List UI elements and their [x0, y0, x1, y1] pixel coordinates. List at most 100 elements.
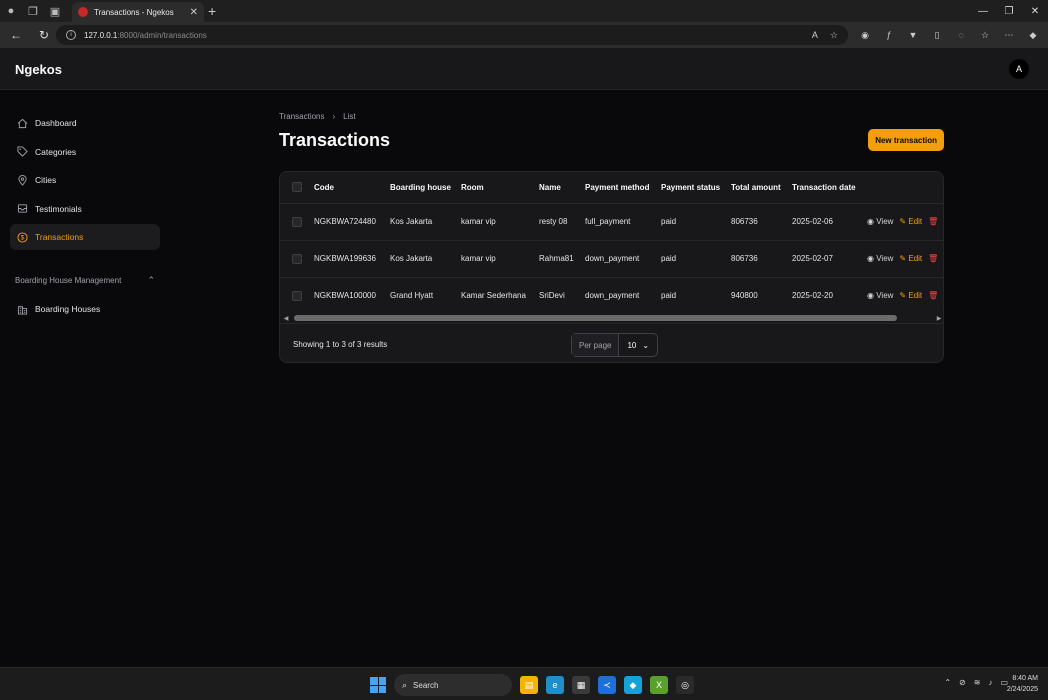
cell-name: Rahma81 — [539, 239, 585, 277]
tab-actions-icon[interactable]: ▣ — [44, 0, 66, 22]
horizontal-scrollbar[interactable]: ◀ ▶ — [280, 313, 943, 323]
copilot-icon[interactable]: ◆ — [1026, 25, 1040, 45]
row-checkbox[interactable] — [292, 253, 302, 264]
trash-icon[interactable]: 🗑 — [928, 254, 938, 263]
profile-icon[interactable]: ● — [0, 0, 22, 22]
sidebar-item-testimonials[interactable]: Testimonials — [10, 196, 160, 222]
sidebar-item-cities[interactable]: Cities — [10, 167, 160, 193]
address-bar[interactable]: i 127.0.0.1 :8000/admin/transactions A ☆ — [56, 25, 848, 45]
refresh-icon[interactable]: ↻ — [32, 23, 56, 47]
breadcrumb-root[interactable]: Transactions — [279, 112, 325, 121]
table-row[interactable]: NGKBWA724480 Kos Jakarta kamar vip resty… — [280, 202, 943, 240]
extension-3-icon[interactable]: ▼ — [906, 25, 920, 45]
close-window-icon[interactable]: ✕ — [1022, 0, 1048, 22]
view-action[interactable]: ◉ View — [867, 291, 893, 300]
avatar[interactable]: A — [1009, 59, 1029, 79]
trash-icon[interactable]: 🗑 — [928, 291, 938, 300]
start-icon[interactable] — [370, 677, 386, 693]
network-off-icon[interactable]: ⊘ — [959, 678, 966, 687]
extension-4-icon[interactable]: ▯ — [930, 25, 944, 45]
minimize-icon[interactable]: — — [970, 0, 996, 22]
edit-action[interactable]: ✎ Edit — [899, 254, 922, 263]
back-icon[interactable]: ← — [4, 23, 28, 47]
brand-logo[interactable]: Ngekos — [15, 62, 62, 77]
sidebar-item-transactions[interactable]: $ Transactions — [10, 224, 160, 250]
table-footer: Showing 1 to 3 of 3 results Per page 10 … — [280, 323, 943, 362]
tray-chevron-icon[interactable]: ⌃ — [944, 678, 951, 687]
sidebar-item-dashboard[interactable]: Dashboard — [10, 110, 160, 136]
column-header-room[interactable]: Room — [461, 172, 539, 203]
pencil-icon: ✎ — [899, 291, 907, 301]
per-page-select[interactable]: Per page 10 ⌄ — [571, 333, 659, 357]
extension-5-icon[interactable]: ◌ — [954, 25, 968, 45]
sidebar-item-boarding-houses[interactable]: Boarding Houses — [10, 296, 160, 322]
column-header-boarding-house[interactable]: Boarding house — [390, 172, 461, 203]
favorites-icon[interactable]: ☆ — [978, 25, 992, 45]
row-checkbox[interactable] — [292, 290, 302, 301]
column-header-transaction-date[interactable]: Transaction date — [792, 172, 867, 203]
read-aloud-icon[interactable]: A — [812, 30, 818, 41]
chevron-down-icon: ⌄ — [642, 340, 650, 350]
column-header-total-amount[interactable]: Total amount — [731, 172, 792, 203]
cell-payment-status: paid — [661, 239, 731, 277]
map-pin-icon — [16, 174, 28, 186]
cell-code: NGKBWA724480 — [314, 202, 390, 240]
restore-icon[interactable]: ❐ — [996, 0, 1022, 22]
scroll-right-icon[interactable]: ▶ — [933, 315, 943, 322]
more-icon[interactable]: ⋯ — [1002, 25, 1016, 45]
cell-payment-method: down_payment — [585, 276, 661, 314]
per-page-label: Per page — [572, 334, 620, 356]
cell-code: NGKBWA199636 — [314, 239, 390, 277]
scroll-track[interactable] — [292, 315, 933, 321]
sidebar-item-categories[interactable]: Categories — [10, 139, 160, 165]
per-page-value-wrap[interactable]: 10 ⌄ — [619, 341, 657, 350]
column-header-payment-status[interactable]: Payment status — [661, 172, 731, 203]
select-all-checkbox[interactable] — [292, 182, 302, 193]
store-icon[interactable]: ▦ — [572, 676, 590, 694]
app-icon[interactable]: ◆ — [624, 676, 642, 694]
view-action[interactable]: ◉ View — [867, 217, 893, 226]
trash-icon[interactable]: 🗑 — [928, 217, 938, 226]
favorite-star-icon[interactable]: ☆ — [830, 30, 838, 41]
chevron-up-icon[interactable]: ⌃ — [147, 275, 155, 286]
new-tab-icon[interactable]: + — [208, 3, 216, 19]
volume-icon[interactable]: ♪ — [988, 678, 992, 687]
edit-action[interactable]: ✎ Edit — [899, 217, 922, 226]
cell-name: resty 08 — [539, 202, 585, 240]
main-content: Transactions › List Transactions New tra… — [279, 110, 944, 363]
column-header-payment-method[interactable]: Payment method — [585, 172, 661, 203]
wifi-icon[interactable]: ≋ — [974, 678, 981, 687]
column-header-code[interactable]: Code — [314, 172, 390, 203]
site-info-icon[interactable]: i — [66, 30, 76, 40]
app-root: Ngekos A Dashboard Categories Cities Tes… — [0, 48, 1048, 667]
table-row[interactable]: NGKBWA199636 Kos Jakarta kamar vip Rahma… — [280, 239, 943, 277]
edit-action[interactable]: ✎ Edit — [899, 291, 922, 300]
file-explorer-icon[interactable]: ▤ — [520, 676, 538, 694]
edge-icon[interactable]: e — [546, 676, 564, 694]
sidebar-group-boarding-house-management[interactable]: Boarding House Management ⌃ — [10, 269, 160, 291]
tag-icon — [16, 146, 28, 158]
scroll-left-icon[interactable]: ◀ — [280, 315, 292, 322]
view-action[interactable]: ◉ View — [867, 254, 893, 263]
window-controls: — ❐ ✕ — [970, 0, 1048, 22]
table-header-row: Code Boarding house Room Name Payment me… — [280, 172, 943, 203]
pencil-icon: ✎ — [899, 254, 907, 263]
browser-tab[interactable]: Transactions - Ngekos ✕ — [72, 2, 204, 22]
xampp-icon[interactable]: X — [650, 676, 668, 694]
extension-1-icon[interactable]: ◉ — [858, 25, 872, 45]
column-header-name[interactable]: Name — [539, 172, 585, 203]
chrome-icon[interactable]: ◎ — [676, 676, 694, 694]
vscode-icon[interactable]: ≺ — [598, 676, 616, 694]
taskbar-clock[interactable]: 8:40 AM 2/24/2025 — [1007, 673, 1038, 695]
new-transaction-button[interactable]: New transaction — [868, 129, 944, 151]
extension-2-icon[interactable]: ƒ — [882, 25, 896, 45]
close-tab-icon[interactable]: ✕ — [190, 7, 198, 18]
workspaces-icon[interactable]: ❐ — [22, 0, 44, 22]
row-checkbox[interactable] — [292, 216, 302, 227]
taskbar-search[interactable]: ⌕ Search — [394, 674, 512, 696]
table-row[interactable]: NGKBWA100000 Grand Hyatt Kamar Sederhana… — [280, 276, 943, 314]
scroll-thumb[interactable] — [294, 315, 897, 321]
cell-payment-method: down_payment — [585, 239, 661, 277]
cell-total-amount: 940800 — [731, 276, 792, 314]
cell-room: kamar vip — [461, 202, 539, 240]
